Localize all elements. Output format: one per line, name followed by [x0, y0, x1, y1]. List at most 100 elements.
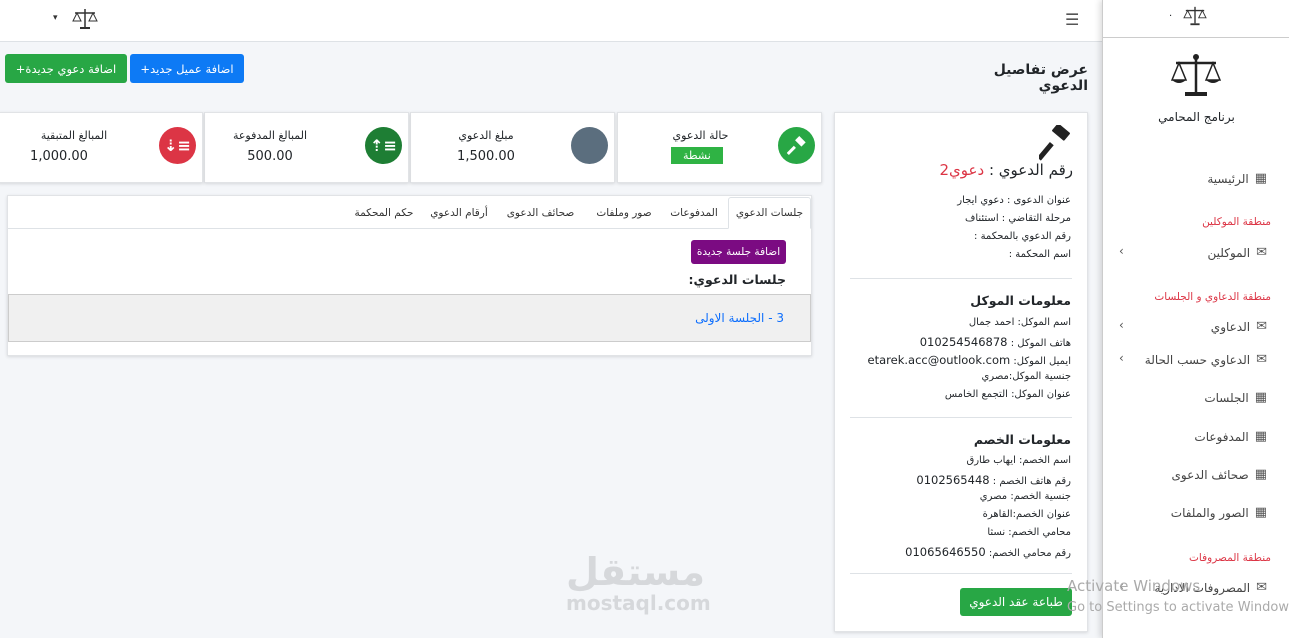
client-phone: 010254546878: [919, 335, 1008, 349]
tabs-bar: جلسات الدعوي المدفوعات صور وملفات صحائف …: [8, 197, 811, 229]
print-contract-button[interactable]: طباعة عقد الدعوي: [960, 588, 1072, 616]
sidebar-item-cases-by-status[interactable]: ✉ الدعاوي حسب الحالة: [1145, 352, 1267, 367]
stat-value: 500.00: [247, 149, 293, 164]
page-title: عرض تفاصيل الدعوي: [993, 62, 1088, 94]
stat-card-remaining: ⇣≡ المبالغ المتبقية 1,000.00: [0, 112, 203, 183]
tab-sessions[interactable]: جلسات الدعوي: [728, 197, 811, 229]
client-address: عنوان الموكل: التجمع الخامس: [944, 389, 1071, 400]
sidebar-item-label: الدعاوي: [1210, 319, 1251, 334]
status-badge: نشطة: [671, 147, 723, 164]
stat-label: المبالغ المدفوعة: [232, 129, 308, 142]
watermark: مستقل mostaql.com: [566, 553, 711, 615]
arrow-up-sort-icon: ⇡≡: [365, 127, 402, 164]
stat-card-status: حالة الدعوي نشطة: [617, 112, 822, 183]
chevron-left-icon[interactable]: ‹: [1119, 318, 1124, 332]
client-email-row: ايميل الموكل: etarek.acc@outlook.com: [868, 353, 1071, 367]
client-info: اسم الموكل: احمد جمال هاتف الموكل : 0102…: [841, 315, 1071, 415]
opponent-lawyer-phone: 01065646550: [905, 545, 986, 559]
case-details-card: رقم الدعوي : دعوي2 عنوان الدعوى : دعوي ا…: [834, 112, 1088, 632]
sidebar-item-sessions[interactable]: ▦ الجلسات: [1204, 390, 1267, 405]
client-heading: معلومات الموكل: [970, 293, 1071, 308]
client-name: اسم الموكل: احمد جمال: [968, 317, 1071, 328]
sidebar-section-clients: منطقة الموكلين: [1202, 216, 1271, 228]
session-list-item: 3 - الجلسة الاولى: [8, 294, 811, 342]
case-info: عنوان الدعوى : دعوي ايجار مرحلة التقاضي …: [851, 193, 1071, 263]
menu-icon[interactable]: ☰: [1065, 10, 1079, 29]
case-stage: مرحلة التقاضي : استئناف: [964, 213, 1071, 224]
opponent-info: اسم الخصم: ايهاب طارق رقم هاتف الخصم : 0…: [841, 453, 1071, 563]
sidebar-item-clients[interactable]: ✉ الموكلين: [1208, 245, 1267, 260]
opponent-nationality: جنسية الخصم: مصري: [979, 491, 1071, 502]
client-email-label: ايميل الموكل:: [1013, 356, 1071, 367]
add-case-button[interactable]: +اضافة دعوي جديدة: [5, 54, 127, 83]
sidebar-item-label: الجلسات: [1204, 390, 1249, 405]
client-phone-label: هاتف الموكل :: [1010, 338, 1071, 349]
divider: [850, 573, 1072, 574]
opponent-lawyer-phone-label: رقم محامي الخصم:: [988, 548, 1071, 559]
sidebar-item-label: الصور والملفات: [1170, 505, 1249, 520]
table-icon: ▦: [1254, 171, 1267, 186]
tab-case-sheets[interactable]: صحائف الدعوى: [498, 197, 583, 229]
opponent-lawyer-phone-row: رقم محامي الخصم: 01065646550: [905, 545, 1071, 559]
divider: [850, 417, 1072, 418]
stat-card-paid: ⇡≡ المبالغ المدفوعة 500.00: [204, 112, 409, 183]
table-icon: ▦: [1254, 505, 1267, 520]
add-session-button[interactable]: اضافة جلسة جديدة: [691, 240, 786, 264]
case-title: عنوان الدعوى : دعوي ايجار: [957, 195, 1071, 206]
sidebar-section-expenses: منطقة المصروفات: [1189, 552, 1271, 564]
stat-value: 1,500.00: [457, 149, 515, 164]
opponent-name: اسم الخصم: ايهاب طارق: [966, 455, 1071, 466]
activate-windows-subtitle: Go to Settings to activate Windows.: [1067, 600, 1289, 615]
hammer-icon: [1039, 125, 1070, 161]
circle-icon: [571, 127, 608, 164]
sidebar-item-label: المدفوعات: [1194, 429, 1249, 444]
scale-icon: [1183, 6, 1207, 26]
sidebar-item-images-files[interactable]: ▦ الصور والملفات: [1171, 505, 1267, 520]
sidebar-item-label: الرئيسية: [1207, 171, 1249, 186]
envelope-icon: ✉: [1256, 245, 1267, 260]
tab-payments[interactable]: المدفوعات: [663, 197, 725, 229]
client-email: etarek.acc@outlook.com: [867, 353, 1011, 367]
case-number: رقم الدعوي : دعوي2: [940, 161, 1074, 179]
tab-court-ruling[interactable]: حكم المحكمة: [348, 197, 420, 229]
hammer-icon: [778, 127, 815, 164]
app-logo-scale-icon: [1171, 54, 1221, 96]
client-phone-row: هاتف الموكل : 010254546878: [920, 335, 1071, 349]
top-navbar: ▾ ☰: [0, 0, 1102, 42]
sidebar-item-home[interactable]: ▦ الرئيسية: [1207, 171, 1267, 186]
client-nationality: جنسية الموكل:مصري: [981, 371, 1071, 382]
session-link[interactable]: 3 - الجلسة الاولى: [695, 311, 784, 325]
sidebar-item-payments[interactable]: ▦ المدفوعات: [1194, 429, 1267, 444]
user-dropdown-caret[interactable]: ▾: [53, 13, 58, 23]
envelope-icon: ✉: [1256, 580, 1267, 595]
add-client-button[interactable]: +اضافة عميل جديد: [130, 54, 244, 83]
opponent-heading: معلومات الخصم: [973, 432, 1071, 447]
sessions-heading: جلسات الدعوي:: [688, 272, 786, 287]
opponent-phone-row: رقم هاتف الخصم : 0102565448: [916, 473, 1071, 487]
table-icon: ▦: [1254, 390, 1267, 405]
arrow-down-sort-icon: ⇣≡: [159, 127, 196, 164]
chevron-left-icon[interactable]: ‹: [1119, 351, 1124, 365]
chevron-left-icon[interactable]: ‹: [1119, 244, 1124, 258]
watermark-arabic: مستقل: [566, 550, 705, 594]
opponent-address: عنوان الخصم:القاهرة: [982, 509, 1071, 520]
envelope-icon: ✉: [1256, 352, 1267, 367]
sidebar-item-cases[interactable]: ✉ الدعاوي: [1211, 319, 1267, 334]
sidebar-item-case-sheets[interactable]: ▦ صحائف الدعوى: [1171, 467, 1267, 482]
tab-case-numbers[interactable]: أرقام الدعوي: [423, 197, 495, 229]
case-number-label: رقم الدعوي :: [988, 161, 1073, 179]
stat-label: حالة الدعوي: [672, 129, 729, 142]
tab-images-files[interactable]: صور وملفات: [588, 197, 660, 229]
opponent-phone: 0102565448: [916, 473, 990, 487]
case-court-number: رقم الدعوي بالمحكمة :: [974, 231, 1071, 242]
opponent-phone-label: رقم هاتف الخصم :: [992, 476, 1071, 487]
opponent-lawyer: محامي الخصم: نسثا: [987, 527, 1071, 538]
table-icon: ▦: [1254, 429, 1267, 444]
case-court-name: اسم المحكمة :: [1008, 249, 1071, 260]
sidebar-item-label: صحائف الدعوى: [1171, 467, 1249, 482]
app-name: برنامج المحامي: [1158, 110, 1235, 124]
activate-windows-title: Activate Windows: [1067, 577, 1201, 595]
divider: [850, 278, 1072, 279]
stat-card-amount: مبلغ الدعوي 1,500.00: [410, 112, 615, 183]
sidebar-section-cases: منطقة الدعاوي و الجلسات: [1154, 291, 1271, 303]
